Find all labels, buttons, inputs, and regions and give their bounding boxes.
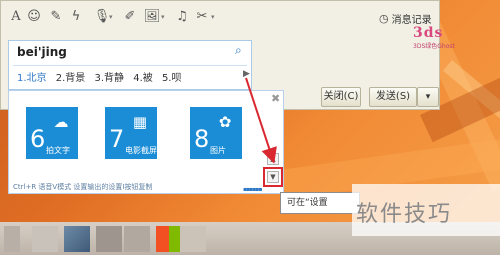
taskbar-item[interactable] — [32, 226, 58, 252]
chevron-down-icon[interactable]: ▾ — [211, 13, 215, 21]
music-icon[interactable]: ♫ — [173, 7, 191, 27]
flower-icon: ✿ — [218, 113, 232, 131]
taskbar-item[interactable] — [180, 226, 206, 252]
close-icon[interactable]: ✖ — [271, 92, 280, 105]
ime-tool-panel: ✖ 6 ☁ 拍文字 7 ▦ 电影截屏 8 ✿ 图片 ▲ ▼ Ctrl+R 语音V… — [8, 90, 284, 194]
panel-hint-text: Ctrl+R 语音V模式 设置输出的设置Ⅰ按钮复制 — [13, 183, 153, 191]
close-button[interactable]: 关闭(C) — [321, 87, 361, 107]
tile-image[interactable]: 8 ✿ 图片 — [190, 107, 242, 159]
ime-candidate-window: bei'jing ⌕ 1.北京 2.背景 3.背静 4.被 5.呗 ▶ — [8, 40, 252, 90]
tile-photo-text[interactable]: 6 ☁ 拍文字 — [26, 107, 78, 159]
tile-movie-screenshot[interactable]: 7 ▦ 电影截屏 — [105, 107, 157, 159]
candidate-item[interactable]: 2.背景 — [56, 73, 86, 84]
image-icon[interactable]: 🖼 — [143, 7, 161, 27]
logo-subtitle: 3DS绿色Ghost — [413, 43, 455, 50]
candidate-item[interactable]: 3.背静 — [94, 73, 124, 84]
tile-label: 电影截屏 — [125, 146, 157, 155]
candidate-item[interactable]: 5.呗 — [162, 73, 182, 84]
taskbar-item[interactable] — [4, 226, 20, 252]
scissors-icon[interactable]: ✂ — [193, 7, 211, 27]
send-options-chevron-icon[interactable]: ▾ — [417, 87, 439, 107]
site-logo: 3ds 3DS绿色Ghost — [413, 15, 463, 50]
watermark-text: 软件技巧 — [356, 202, 453, 227]
tooltip: 可在“设置 — [280, 192, 360, 214]
tile-number: 6 — [30, 125, 46, 153]
cloud-icon: ☁ — [53, 113, 69, 131]
candidate-item[interactable]: 4.被 — [133, 73, 153, 84]
chevron-down-icon[interactable]: ▾ — [161, 13, 165, 21]
tile-label: 图片 — [210, 146, 226, 155]
candidate-item[interactable]: 1.北京 — [17, 73, 47, 84]
send-button[interactable]: 发送(S) — [369, 87, 417, 107]
tile-label: 拍文字 — [46, 146, 70, 155]
film-icon: ▦ — [132, 113, 148, 131]
tile-number: 7 — [109, 125, 125, 153]
pinyin-input: bei'jing — [17, 45, 67, 59]
font-icon[interactable]: A — [7, 7, 25, 27]
edit-icon[interactable]: ✐ — [121, 7, 139, 27]
annotation-highlight-box — [263, 167, 283, 187]
page-indicator: ▪▪▪▪▪▪ — [243, 186, 262, 193]
tile-number: 8 — [194, 125, 210, 153]
magic-expression-icon[interactable]: ✎ — [47, 7, 65, 27]
taskbar-item[interactable] — [64, 226, 90, 252]
chevron-down-icon[interactable]: ▾ — [109, 13, 113, 21]
taskbar-item[interactable] — [96, 226, 122, 252]
taskbar-item[interactable] — [156, 226, 182, 252]
shake-icon[interactable]: ϟ — [67, 7, 85, 27]
emoji-icon[interactable]: ☺ — [25, 7, 43, 27]
candidate-list: 1.北京 2.背景 3.背静 4.被 5.呗 — [17, 69, 187, 84]
logo-text: 3ds — [413, 25, 444, 41]
clock-icon: ◷ — [379, 11, 389, 25]
taskbar-item[interactable] — [124, 226, 150, 252]
search-icon[interactable]: ⌕ — [235, 43, 242, 58]
next-page-icon[interactable]: ▶ — [243, 69, 250, 79]
divider — [13, 65, 247, 66]
scroll-up-button[interactable]: ▲ — [267, 153, 279, 165]
